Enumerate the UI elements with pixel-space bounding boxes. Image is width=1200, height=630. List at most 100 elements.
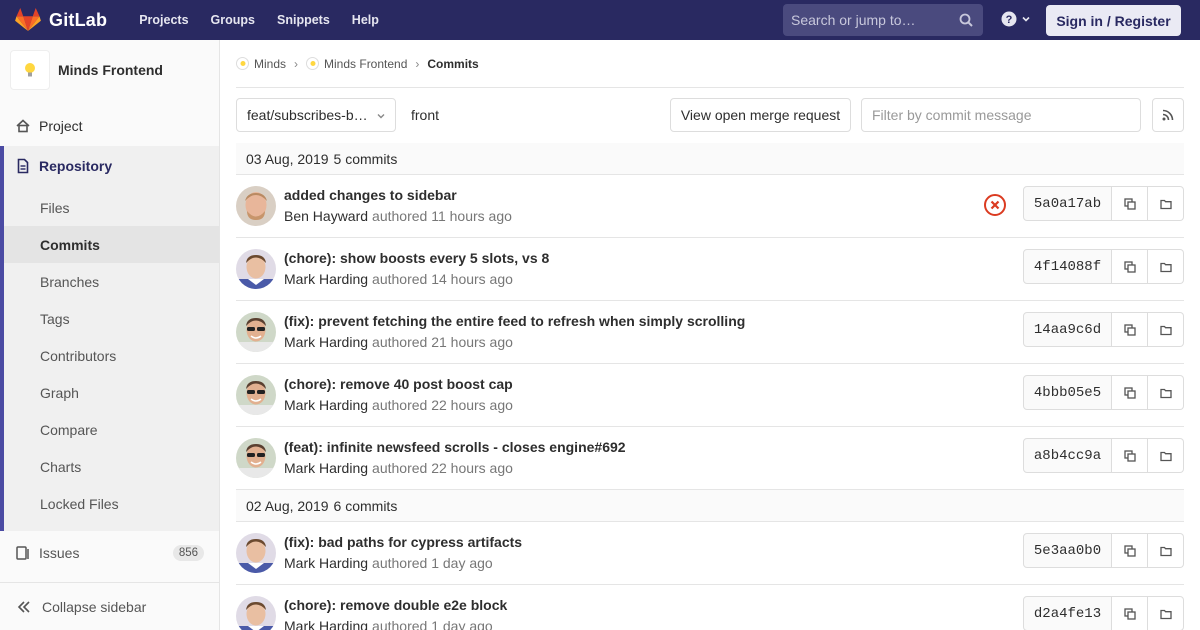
copy-sha-button[interactable] bbox=[1112, 375, 1148, 410]
gitlab-home-link[interactable]: GitLab bbox=[15, 0, 107, 40]
commit-title[interactable]: added changes to sidebar bbox=[284, 187, 457, 203]
breadcrumb-separator: › bbox=[294, 56, 299, 71]
commit-sha[interactable]: 5e3aa0b0 bbox=[1023, 533, 1112, 568]
copy-sha-button[interactable] bbox=[1112, 596, 1148, 630]
commit-author[interactable]: Mark Harding bbox=[284, 397, 368, 413]
folder-icon bbox=[1159, 609, 1172, 619]
breadcrumb-label: Minds Frontend bbox=[324, 56, 408, 71]
pipeline-failed-icon[interactable] bbox=[983, 193, 1007, 217]
nav-help[interactable]: Help bbox=[341, 0, 390, 40]
commit-meta: Mark Harding authored 14 hours ago bbox=[284, 271, 513, 287]
browse-files-button[interactable] bbox=[1148, 533, 1184, 568]
path-breadcrumb[interactable]: front bbox=[411, 107, 439, 123]
commit-meta: Mark Harding authored 22 hours ago bbox=[284, 460, 513, 476]
author-avatar[interactable] bbox=[236, 249, 276, 289]
chevron-down-icon bbox=[377, 114, 385, 119]
commit-title[interactable]: (fix): prevent fetching the entire feed … bbox=[284, 313, 745, 329]
commit-time: authored 22 hours ago bbox=[372, 460, 513, 476]
nav-snippets[interactable]: Snippets bbox=[266, 0, 341, 40]
sidebar-item-graph[interactable]: Graph bbox=[4, 374, 219, 411]
browse-files-button[interactable] bbox=[1148, 312, 1184, 347]
author-avatar[interactable] bbox=[236, 596, 276, 630]
browse-files-button[interactable] bbox=[1148, 375, 1184, 410]
commit-sha-group: a8b4cc9a bbox=[1023, 438, 1184, 473]
commit-filter-input[interactable] bbox=[861, 98, 1141, 132]
collapse-sidebar-button[interactable]: Collapse sidebar bbox=[0, 582, 219, 630]
search-input[interactable] bbox=[791, 12, 951, 28]
copy-sha-button[interactable] bbox=[1112, 186, 1148, 221]
commit-title[interactable]: (chore): remove 40 post boost cap bbox=[284, 376, 513, 392]
commit-sha[interactable]: 4bbb05e5 bbox=[1023, 375, 1112, 410]
sidebar-item-label: Repository bbox=[39, 158, 113, 174]
sidebar-item-files[interactable]: Files bbox=[4, 189, 219, 226]
commit-title[interactable]: (chore): show boosts every 5 slots, vs 8 bbox=[284, 250, 549, 266]
project-header[interactable]: Minds Frontend bbox=[10, 50, 163, 90]
sign-in-button[interactable]: Sign in / Register bbox=[1046, 5, 1181, 36]
sidebar-item-compare[interactable]: Compare bbox=[4, 411, 219, 448]
commit-sha[interactable]: 5a0a17ab bbox=[1023, 186, 1112, 221]
commit-author[interactable]: Mark Harding bbox=[284, 460, 368, 476]
group-avatar bbox=[236, 57, 249, 70]
commit-author[interactable]: Mark Harding bbox=[284, 555, 368, 571]
copy-sha-button[interactable] bbox=[1112, 312, 1148, 347]
rss-feed-button[interactable] bbox=[1152, 98, 1184, 132]
lightbulb-icon bbox=[310, 60, 316, 66]
folder-icon bbox=[1159, 388, 1172, 398]
breadcrumb-separator: › bbox=[415, 56, 420, 71]
browse-files-button[interactable] bbox=[1148, 438, 1184, 473]
view-merge-request-button[interactable]: View open merge request bbox=[670, 98, 851, 132]
commit-author[interactable]: Ben Hayward bbox=[284, 208, 368, 224]
commit-meta: Mark Harding authored 1 day ago bbox=[284, 618, 493, 630]
sidebar-item-repository[interactable]: Repository bbox=[15, 158, 112, 174]
copy-sha-button[interactable] bbox=[1112, 249, 1148, 284]
sidebar-item-contributors[interactable]: Contributors bbox=[4, 337, 219, 374]
sidebar-item-label: Issues bbox=[39, 545, 80, 561]
sidebar-item-issues[interactable]: Issues 856 bbox=[0, 533, 219, 573]
commit-author[interactable]: Mark Harding bbox=[284, 271, 368, 287]
home-icon bbox=[16, 119, 30, 133]
day-commit-count: 5 commits bbox=[333, 150, 398, 167]
breadcrumb-minds-frontend[interactable]: Minds Frontend bbox=[306, 57, 407, 71]
nav-groups[interactable]: Groups bbox=[200, 0, 266, 40]
sidebar-item-locked-files[interactable]: Locked Files bbox=[4, 485, 219, 522]
author-avatar[interactable] bbox=[236, 438, 276, 478]
commit-sha[interactable]: d2a4fe13 bbox=[1023, 596, 1112, 630]
author-avatar[interactable] bbox=[236, 186, 276, 226]
copy-sha-button[interactable] bbox=[1112, 533, 1148, 568]
author-avatar[interactable] bbox=[236, 533, 276, 573]
browse-files-button[interactable] bbox=[1148, 596, 1184, 630]
nav-projects[interactable]: Projects bbox=[128, 0, 199, 40]
commit-time: authored 1 day ago bbox=[372, 618, 493, 630]
sidebar-item-branches[interactable]: Branches bbox=[4, 263, 219, 300]
breadcrumb-commits[interactable]: Commits bbox=[427, 57, 478, 71]
branch-name: feat/subscribes-b… bbox=[247, 107, 368, 123]
sidebar-item-commits[interactable]: Commits bbox=[4, 226, 219, 263]
commit-sha[interactable]: 14aa9c6d bbox=[1023, 312, 1112, 347]
breadcrumb-minds[interactable]: Minds bbox=[236, 57, 286, 71]
commit-sha[interactable]: 4f14088f bbox=[1023, 249, 1112, 284]
copy-icon bbox=[1123, 544, 1136, 557]
sidebar-section-repository: Repository Files Commits Branches Tags C… bbox=[0, 146, 219, 531]
copy-sha-button[interactable] bbox=[1112, 438, 1148, 473]
help-dropdown[interactable]: ? bbox=[1001, 11, 1031, 27]
sidebar-item-project[interactable]: Project bbox=[0, 106, 219, 146]
browse-files-button[interactable] bbox=[1148, 186, 1184, 221]
commit-author[interactable]: Mark Harding bbox=[284, 618, 368, 630]
commit-sha-group: 14aa9c6d bbox=[1023, 312, 1184, 347]
commit-title[interactable]: (fix): bad paths for cypress artifacts bbox=[284, 534, 522, 550]
commit-title[interactable]: (chore): remove double e2e block bbox=[284, 597, 507, 613]
main-content: Minds › Minds Frontend › Commits feat/su… bbox=[236, 40, 1184, 630]
copy-icon bbox=[1123, 197, 1136, 210]
sidebar-item-charts[interactable]: Charts bbox=[4, 448, 219, 485]
browse-files-button[interactable] bbox=[1148, 249, 1184, 284]
branch-selector[interactable]: feat/subscribes-b… bbox=[236, 98, 396, 132]
commit-title[interactable]: (feat): infinite newsfeed scrolls - clos… bbox=[284, 439, 626, 455]
commit-author[interactable]: Mark Harding bbox=[284, 334, 368, 350]
author-avatar[interactable] bbox=[236, 312, 276, 352]
author-avatar[interactable] bbox=[236, 375, 276, 415]
commit-row: added changes to sidebar Ben Hayward auth… bbox=[236, 175, 1184, 238]
commit-sha[interactable]: a8b4cc9a bbox=[1023, 438, 1112, 473]
sidebar-item-tags[interactable]: Tags bbox=[4, 300, 219, 337]
commit-row: (chore): remove double e2e block Mark Ha… bbox=[236, 585, 1184, 630]
commit-meta: Mark Harding authored 1 day ago bbox=[284, 555, 493, 571]
